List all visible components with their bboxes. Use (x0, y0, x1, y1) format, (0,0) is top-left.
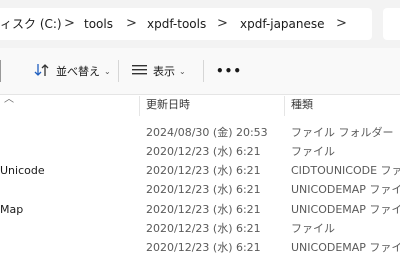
search-box[interactable] (383, 8, 400, 40)
file-row[interactable]: 2024/08/30 (金) 20:53 ファイル フォルダー (0, 123, 400, 142)
column-header-date[interactable]: 更新日時 (146, 94, 190, 116)
breadcrumb-drive[interactable]: ィスク (C:) (0, 8, 62, 40)
breadcrumb-xpdf-tools[interactable]: xpdf-tools (147, 8, 206, 40)
file-date: 2020/12/23 (水) 6:21 (146, 164, 261, 177)
file-row[interactable]: Unicode 2020/12/23 (水) 6:21 CIDTOUNICODE… (0, 161, 400, 180)
file-name (0, 180, 135, 199)
toolbar-divider (203, 60, 204, 82)
breadcrumb-chevron-icon[interactable]: > (336, 8, 347, 40)
column-separator[interactable] (139, 96, 140, 116)
file-row[interactable]: 2020/12/23 (水) 6:21 ファイル (0, 142, 400, 161)
more-icon: ••• (216, 64, 243, 78)
file-name (0, 219, 135, 238)
address-bar[interactable]: ィスク (C:) > tools > xpdf-tools > xpdf-jap… (0, 8, 372, 40)
view-label: 表示 (153, 65, 175, 78)
sort-label: 並べ替え (56, 65, 100, 78)
column-separator[interactable] (284, 96, 285, 116)
chevron-down-icon: ⌄ (179, 66, 186, 76)
file-row[interactable]: 2020/12/23 (水) 6:21 ファイル (0, 219, 400, 238)
file-type: CIDTOUNICODE ファイ... (291, 164, 400, 177)
file-type: ファイル フォルダー (291, 126, 394, 139)
breadcrumb-chevron-icon[interactable]: > (64, 8, 75, 40)
file-type: UNICODEMAP ファイル (291, 203, 400, 216)
file-name (0, 123, 135, 142)
more-options-button[interactable]: ••• (216, 48, 242, 94)
file-date: 2020/12/23 (水) 6:21 (146, 145, 261, 158)
breadcrumb-chevron-icon[interactable]: > (217, 8, 228, 40)
sort-icon (34, 63, 50, 80)
file-name: Map (0, 203, 24, 216)
view-list-icon (132, 64, 147, 79)
sort-button[interactable]: 並べ替え ⌄ (34, 48, 111, 94)
file-row[interactable]: 2020/12/23 (水) 6:21 UNICODEMAP ファイル (0, 180, 400, 199)
file-date: 2020/12/23 (水) 6:21 (146, 183, 261, 196)
file-type: ファイル (291, 222, 335, 235)
file-row[interactable]: Map 2020/12/23 (水) 6:21 UNICODEMAP ファイル (0, 200, 400, 219)
file-date: 2020/12/23 (水) 6:21 (146, 241, 261, 254)
file-date: 2020/12/23 (水) 6:21 (146, 203, 261, 216)
column-header-row: ︿ 更新日時 種類 (0, 94, 400, 116)
file-name: Unicode (0, 164, 45, 177)
breadcrumb-tools[interactable]: tools (84, 8, 113, 40)
file-row[interactable]: 2020/12/23 (水) 6:21 UNICODEMAP ファイル (0, 238, 400, 257)
toolbar-divider (118, 60, 119, 82)
file-date: 2020/12/23 (水) 6:21 (146, 222, 261, 235)
file-type: ファイル (291, 145, 335, 158)
address-bar-row: ィスク (C:) > tools > xpdf-tools > xpdf-jap… (0, 0, 400, 48)
chevron-down-icon: ⌄ (104, 66, 111, 76)
column-header-type[interactable]: 種類 (291, 94, 313, 116)
file-name (0, 238, 135, 257)
file-type: UNICODEMAP ファイル (291, 241, 400, 254)
file-type: UNICODEMAP ファイル (291, 183, 400, 196)
sort-up-icon: ︿ (4, 94, 14, 105)
file-date: 2024/08/30 (金) 20:53 (146, 126, 268, 139)
breadcrumb-chevron-icon[interactable]: > (126, 8, 137, 40)
view-button[interactable]: 表示 ⌄ (132, 48, 186, 94)
toolbar-edge (0, 60, 1, 82)
command-bar: 並べ替え ⌄ 表示 ⌄ ••• (0, 48, 400, 95)
breadcrumb-xpdf-japanese[interactable]: xpdf-japanese (240, 8, 325, 40)
file-name (0, 142, 135, 161)
